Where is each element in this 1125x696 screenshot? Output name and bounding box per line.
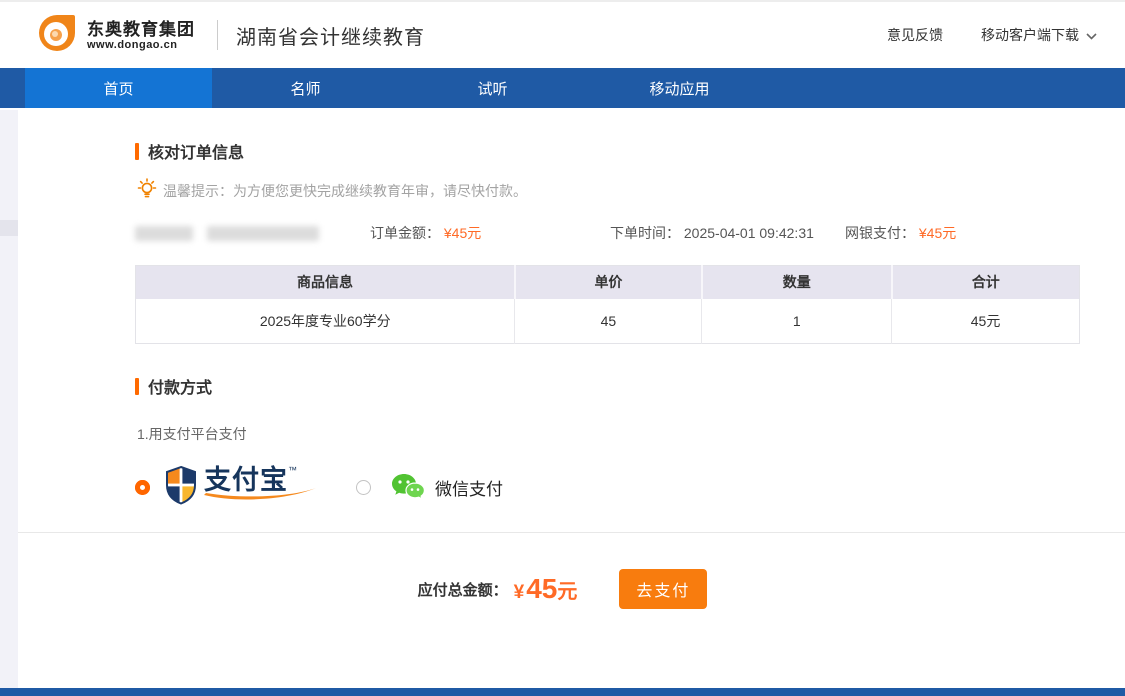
order-meta-row: 订单金额： ¥45元 下单时间： 2025-04-01 09:42:31 网银支… — [135, 223, 1080, 243]
alipay-tm-mark: ™ — [288, 465, 297, 475]
header-divider — [217, 20, 218, 50]
col-header-quantity: 数量 — [702, 266, 892, 299]
payment-section-title: 付款方式 — [135, 374, 1080, 398]
col-header-total: 合计 — [892, 266, 1080, 299]
dongao-logo-icon — [35, 11, 79, 60]
cell-product: 2025年度专业60学分 — [136, 299, 515, 344]
bottom-bar — [0, 688, 1125, 696]
logo-brand-text: 东奥教育集团 — [87, 20, 195, 39]
redacted-chip — [135, 226, 193, 241]
logo-url-text: www.dongao.cn — [87, 39, 195, 51]
checkout-row: 应付总金额： ¥ 45 元 去支付 — [0, 569, 1125, 609]
redacted-name — [135, 226, 360, 241]
chevron-down-icon — [1086, 27, 1097, 43]
left-gutter — [0, 110, 18, 696]
order-time: 下单时间： 2025-04-01 09:42:31 — [610, 223, 845, 243]
alipay-swoosh — [202, 486, 320, 507]
order-amount-label: 订单金额： — [370, 225, 440, 241]
order-section-title: 核对订单信息 — [135, 139, 1080, 163]
main-content: 核对订单信息 温馨提示：为方便您更快完成继续教育年 — [0, 108, 1125, 609]
table-row: 2025年度专业60学分 45 1 45元 — [136, 299, 1080, 344]
order-time-label: 下单时间： — [610, 225, 680, 241]
payment-options: 支付宝™ — [135, 464, 1080, 510]
order-tip: 温馨提示：为方便您更快完成继续教育年审，请尽快付款。 — [137, 178, 1080, 203]
cell-unit-price: 45 — [515, 299, 702, 344]
order-items-table: 商品信息 单价 数量 合计 2025年度专业60学分 45 1 45元 — [135, 265, 1080, 344]
col-header-product: 商品信息 — [136, 266, 515, 299]
payment-subtitle: 1.用支付平台支付 — [137, 424, 1080, 444]
section-divider — [18, 532, 1125, 533]
nav-tab-home[interactable]: 首页 — [25, 68, 212, 108]
redacted-chip — [207, 226, 319, 241]
bulb-icon — [137, 178, 157, 203]
nav-tab-trial[interactable]: 试听 — [399, 68, 586, 108]
feedback-link[interactable]: 意见反馈 — [887, 25, 943, 45]
alipay-logo: 支付宝™ — [164, 465, 314, 510]
mobile-download-link[interactable]: 移动客户端下载 — [981, 25, 1097, 45]
col-header-unit-price: 单价 — [515, 266, 702, 299]
nav-tab-mobile-apps[interactable]: 移动应用 — [586, 68, 773, 108]
header: 东奥教育集团 www.dongao.cn 湖南省会计继续教育 意见反馈 移动客户… — [0, 2, 1125, 68]
payment-option-alipay[interactable]: 支付宝™ — [135, 465, 314, 510]
wechat-radio[interactable] — [356, 480, 371, 495]
alipay-radio[interactable] — [135, 480, 150, 495]
main-nav: 首页 名师 试听 移动应用 — [0, 68, 1125, 108]
bank-payment-value: ¥45元 — [919, 225, 956, 241]
bank-payment: 网银支付： ¥45元 — [845, 223, 956, 243]
order-amount-value: ¥45元 — [444, 225, 481, 241]
payment-option-wechat[interactable]: 微信支付 — [356, 472, 503, 502]
total-label: 应付总金额： — [418, 579, 508, 600]
page-title: 湖南省会计继续教育 — [236, 21, 425, 50]
order-time-value: 2025-04-01 09:42:31 — [684, 225, 814, 241]
alipay-shield-icon — [164, 465, 198, 510]
left-gutter-handle — [0, 220, 18, 236]
order-payment-page: 东奥教育集团 www.dongao.cn 湖南省会计继续教育 意见反馈 移动客户… — [0, 0, 1125, 696]
cell-quantity: 1 — [702, 299, 892, 344]
total-price: ¥ 45 元 — [514, 573, 578, 605]
bank-payment-label: 网银支付： — [845, 225, 915, 241]
wechat-bubbles-icon — [391, 472, 425, 502]
section-accent-bar — [135, 143, 139, 160]
go-pay-button[interactable]: 去支付 — [619, 569, 707, 609]
order-tip-text: 温馨提示：为方便您更快完成继续教育年审，请尽快付款。 — [163, 181, 527, 201]
order-amount: 订单金额： ¥45元 — [370, 223, 610, 243]
site-logo[interactable]: 东奥教育集团 www.dongao.cn — [35, 11, 195, 60]
table-header-row: 商品信息 单价 数量 合计 — [136, 266, 1080, 299]
nav-tab-teachers[interactable]: 名师 — [212, 68, 399, 108]
section-accent-bar — [135, 378, 139, 395]
cell-total: 45元 — [892, 299, 1080, 344]
wechat-label: 微信支付 — [435, 475, 503, 500]
